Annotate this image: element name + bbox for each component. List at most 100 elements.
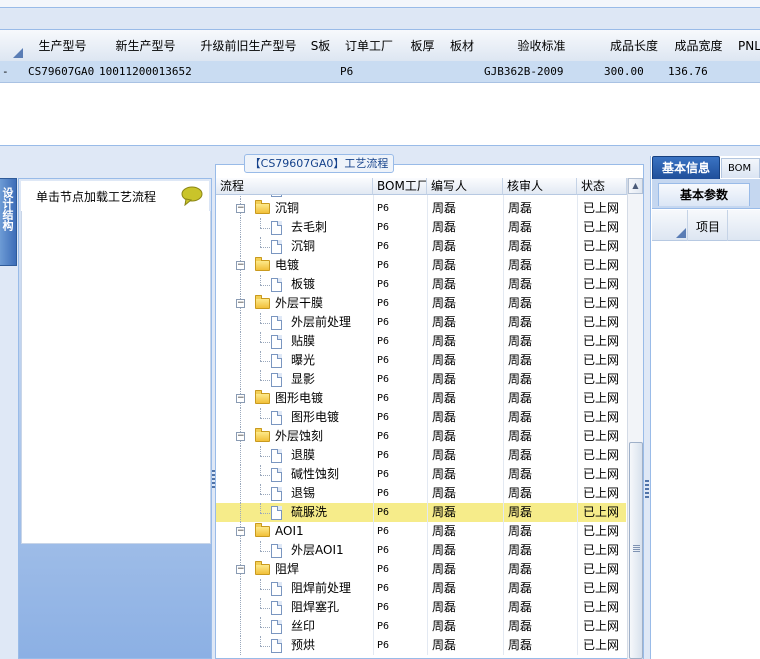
tree-step-row[interactable]: 阻焊前处理 P6 周磊 周磊 已上网 [216,579,626,598]
structure-tree-area[interactable] [21,211,211,544]
col-header[interactable]: 板材 [443,30,482,62]
tree-group-row[interactable]: − AOI1 P6 周磊 周磊 已上网 [216,522,626,541]
document-icon [271,221,282,235]
structure-panel-header: 单击节点加载工艺流程 [21,181,209,212]
tree-step-row[interactable]: 阻焊塞孔 P6 周磊 周磊 已上网 [216,598,626,617]
collapse-toggle-icon[interactable]: − [236,565,245,574]
column-divider [577,617,578,636]
checker-name: 周磊 [508,600,533,614]
collapse-toggle-icon[interactable]: − [236,527,245,536]
col-header[interactable]: 成品长度 [602,30,667,62]
col-header[interactable]: 新生产型号 [99,30,193,62]
column-divider [373,370,374,389]
col-header[interactable]: 成品宽度 [666,30,732,62]
tree-group-row[interactable]: − 外层干膜 P6 周磊 周磊 已上网 [216,294,626,313]
tree-guide-line [260,237,261,247]
column-divider [503,484,504,503]
tree-step-row[interactable]: 板镀 P6 周磊 周磊 已上网 [216,275,626,294]
document-icon [271,240,282,254]
tree-step-row[interactable]: 退锡 P6 周磊 周磊 已上网 [216,484,626,503]
column-divider [503,294,504,313]
writer-name: 周磊 [432,410,457,424]
tree-step-row[interactable]: 丝印 P6 周磊 周磊 已上网 [216,617,626,636]
tree-step-row[interactable]: 碱性蚀刻 P6 周磊 周磊 已上网 [216,465,626,484]
col-header[interactable]: 订单工厂 [336,30,403,62]
status-text: 已上网 [583,239,620,253]
tree-step-row[interactable]: 外层AOI1 P6 周磊 周磊 已上网 [216,541,626,560]
tree-guide-line [260,456,270,457]
col-header[interactable]: 板厚 [402,30,444,62]
tree-guide-line [260,275,261,285]
step-name: 图形电镀 [291,410,340,424]
col-header[interactable]: PNL [731,30,760,62]
tab-bom[interactable]: BOM [721,158,760,178]
tree-guide-line [260,313,261,323]
collapse-toggle-icon[interactable]: − [236,299,245,308]
tree-step-row[interactable]: 显影 P6 周磊 周磊 已上网 [216,370,626,389]
tree-step-row[interactable]: 贴膜 P6 周磊 周磊 已上网 [216,332,626,351]
col-header-flow[interactable]: 流程 [216,178,373,195]
column-divider [373,541,374,560]
tree-step-row[interactable]: 外层前处理 P6 周磊 周磊 已上网 [216,313,626,332]
tree-group-row[interactable]: − 图形电镀 P6 周磊 周磊 已上网 [216,389,626,408]
column-divider [503,237,504,256]
collapse-toggle-icon[interactable]: − [236,204,245,213]
col-header-status[interactable]: 状态 [577,178,627,195]
status-text: 已上网 [583,277,620,291]
col-header[interactable]: 生产型号 [26,30,100,62]
writer-name: 周磊 [432,562,457,576]
table-row[interactable]: - CS79607GA0 10011200013652 P6 GJB362B-2… [0,61,760,83]
splitter-grip[interactable] [645,480,649,500]
checker-name: 周磊 [508,486,533,500]
status-text: 已上网 [583,619,620,633]
scroll-up-button[interactable]: ▲ [628,178,643,194]
column-divider [577,503,578,522]
structure-panel: 单击节点加载工艺流程 [18,178,212,659]
vertical-scrollbar[interactable]: ▲ [627,178,643,659]
col-header-writer[interactable]: 编写人 [427,178,503,195]
tree-group-row[interactable]: − 外层蚀刻 P6 周磊 周磊 已上网 [216,427,626,446]
tree-group-row[interactable]: − 沉铜 P6 周磊 周磊 已上网 [216,199,626,218]
tree-step-row[interactable]: 沉铜 P6 周磊 周磊 已上网 [216,237,626,256]
tree-step-row[interactable]: 去毛刺 P6 周磊 周磊 已上网 [216,218,626,237]
step-name: 预烘 [291,638,316,652]
tree-step-row[interactable]: 退膜 P6 周磊 周磊 已上网 [216,446,626,465]
column-divider [373,446,374,465]
tree-guide-line [240,446,241,465]
tree-guide-line [260,617,261,627]
col-header[interactable]: S板 [305,30,337,62]
tree-group-row[interactable]: − 阻焊 P6 周磊 周磊 已上网 [216,560,626,579]
status-text: 已上网 [583,372,620,386]
tree-step-row[interactable]: 曝光 P6 周磊 周磊 已上网 [216,351,626,370]
row-marker-header[interactable] [0,30,27,62]
column-divider [427,199,428,218]
col-header[interactable]: 升级前旧生产型号 [192,30,306,62]
column-divider [373,598,374,617]
col-header-checker[interactable]: 核审人 [503,178,577,195]
table-cell: 10011200013652 [99,65,191,78]
step-name: 退锡 [291,486,316,500]
status-text: 已上网 [583,391,620,405]
column-divider [503,313,504,332]
vertical-tab-design-structure[interactable]: 设计结构 [0,178,17,266]
scroll-thumb[interactable] [629,442,643,659]
tree-group-row[interactable]: − 电镀 P6 周磊 周磊 已上网 [216,256,626,275]
bom-factory: P6 [377,450,390,461]
tab-basic-info[interactable]: 基本信息 [652,156,720,179]
tree-guide-line [260,446,261,456]
status-text: 已上网 [583,562,620,576]
collapse-toggle-icon[interactable]: − [236,394,245,403]
collapse-toggle-icon[interactable]: − [236,432,245,441]
col-header-bom[interactable]: BOM工厂 [373,178,427,195]
col-header-item[interactable]: 项目 [696,218,720,235]
bom-factory: P6 [377,412,390,423]
tree-step-row[interactable]: 预烘 P6 周磊 周磊 已上网 [216,636,626,655]
collapse-toggle-icon[interactable]: − [236,261,245,270]
tree-guide-line [260,627,270,628]
col-header[interactable]: 验收标准 [481,30,603,62]
document-icon [271,316,282,330]
bom-factory: P6 [377,507,390,518]
tab-basic-params[interactable]: 基本参数 [658,183,750,206]
tree-step-row[interactable]: 图形电镀 P6 周磊 周磊 已上网 [216,408,626,427]
tree-step-row[interactable]: 硫脲洗 P6 周磊 周磊 已上网 [216,503,626,522]
